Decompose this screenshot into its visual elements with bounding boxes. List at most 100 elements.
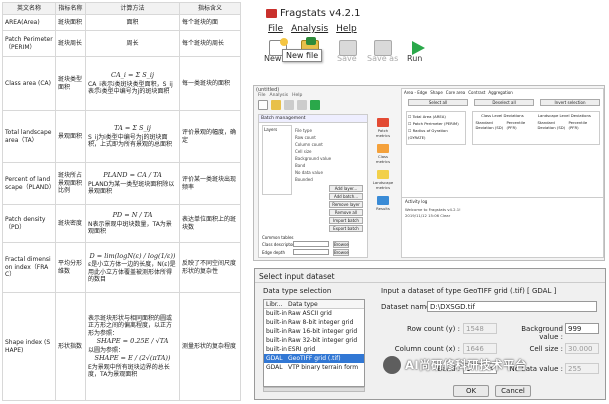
tooltip: New file <box>282 49 323 62</box>
dataset-name-input[interactable]: D:\DXSGD.tif <box>427 301 597 312</box>
item-library: GDAL <box>266 364 283 371</box>
ok-button[interactable]: OK <box>453 385 489 397</box>
list-item-selected[interactable]: GDAL GeoTIFF grid (.tif) <box>264 354 364 363</box>
item-library: built-in <box>266 337 287 344</box>
metrics-analysis-panel: Area - Edge Shape Core area Contrast Agg… <box>401 88 604 258</box>
table-row: Fractal dimension index（FRAC） 平均分形维数 D =… <box>2 242 241 293</box>
list-item[interactable]: built-in Raw ASCII grid <box>264 309 364 318</box>
deselect-all-button[interactable]: Deselect all <box>474 99 534 106</box>
field-label: Column count <box>295 142 323 147</box>
browse-button[interactable]: Browse <box>333 241 349 248</box>
data-type-list[interactable]: Libr... Data type built-in Raw ASCII grid… <box>263 299 365 387</box>
item-library: built-in <box>266 346 287 353</box>
row-method: N表示景观中斑块数量，TA为景观面积 <box>88 220 172 236</box>
background-value-input[interactable]: 999 <box>565 323 599 334</box>
list-item[interactable]: GDAL VTP binary terrain form <box>264 363 364 372</box>
row-method: PLAND为某一类型斑块面积除以景观面积 <box>88 180 175 196</box>
select-all-button[interactable]: Select all <box>408 99 468 106</box>
field-label: Bounded <box>295 177 313 182</box>
horizontal-scrollbar[interactable] <box>263 387 365 392</box>
list-header: Libr... Data type <box>264 300 364 309</box>
table-row: Patch Perimeter（PERIM） 斑块周长 周长 每个斑块的周长 <box>2 30 241 57</box>
row-method-cell: CA_i = Σ S_ij CA_i表示i类斑块类型面积，S_ij表示i类型中编… <box>85 56 180 111</box>
class-metrics-button[interactable]: Class metrics <box>372 144 394 164</box>
results-button[interactable]: Results <box>372 196 394 211</box>
metric-tabs: Area - Edge Shape Core area Contrast Agg… <box>404 90 513 95</box>
row-name: 景观面积 <box>55 110 86 163</box>
tab-shape[interactable]: Shape <box>430 90 443 95</box>
activity-log-title: Activity log <box>405 199 428 204</box>
export-batch-button[interactable]: Export batch <box>329 225 363 232</box>
library-col-header[interactable]: Libr... <box>264 300 288 308</box>
add-batch-button[interactable]: Add batch... <box>329 193 363 200</box>
cell-size-field: 30.000 <box>565 343 599 354</box>
tab-core-area[interactable]: Core area <box>446 90 465 95</box>
open-folder-icon[interactable] <box>271 100 281 110</box>
menu-analysis[interactable]: Analysis <box>291 24 328 34</box>
row-meaning: 测量形状的复杂程度 <box>179 292 241 401</box>
fragstats-workspace-window: (untitled) File Analysis Help Batch mana… <box>253 85 605 261</box>
menu-bar: File Analysis Help <box>268 24 357 34</box>
add-layer-button[interactable]: Add layer... <box>329 185 363 192</box>
metric-gyrate-checkbox[interactable]: ☐ Radius of Gyration (GYRATE) <box>408 127 464 141</box>
list-item[interactable]: built-in Raw 8-bit integer grid <box>264 318 364 327</box>
batch-management-panel: Batch management Layers File type Row co… <box>258 114 368 258</box>
menu-help[interactable]: Help <box>336 24 357 34</box>
menu-help[interactable]: Help <box>292 93 302 98</box>
row-method-cell: D = lim(logN(ε) / log(1/ε)) ε是小立方体一边的长度，… <box>85 242 180 293</box>
col-header-method: 计算方法 <box>85 2 180 15</box>
run-label: Run <box>407 54 423 63</box>
window-title: Fragstats v4.2.1 <box>266 8 361 19</box>
class-deviation-header: Class Level Deviations <box>481 113 524 118</box>
item-type: Raw 16-bit integer grid <box>288 328 358 335</box>
menu-file[interactable]: File <box>268 24 283 34</box>
class-metrics-icon <box>377 144 389 153</box>
distribution-statistics: Class Level Deviations Landscape Level D… <box>472 111 600 145</box>
stat-column: Standard Deviation (SD) <box>475 120 504 130</box>
layer-properties: File type Row count Column count Cell si… <box>295 127 331 183</box>
save-icon[interactable] <box>284 100 294 110</box>
cancel-button[interactable]: Cancel <box>495 385 531 397</box>
row-name: 斑块类型面积 <box>55 56 86 111</box>
type-col-header[interactable]: Data type <box>288 300 364 308</box>
item-library: built-in <box>266 328 287 335</box>
row-meaning: 表达单位面积上的斑块数 <box>179 204 241 243</box>
landscape-metrics-button[interactable]: Landscape metrics <box>372 170 394 190</box>
list-item[interactable]: built-in Raw 16-bit integer grid <box>264 327 364 336</box>
select-input-dataset-dialog: Select input dataset Data type selection… <box>254 268 606 400</box>
row-name: 形状指数 <box>55 292 86 401</box>
formula: CA_i = Σ S_ij <box>110 71 155 80</box>
remove-layer-button[interactable]: Remove layer <box>329 201 363 208</box>
metric-label: Radius of Gyration (GYRATE) <box>408 128 448 140</box>
row-name: 斑块密度 <box>55 204 86 243</box>
save-as-icon[interactable] <box>297 100 307 110</box>
table-row: Class area (CA) 斑块类型面积 CA_i = Σ S_ij CA_… <box>2 56 241 111</box>
item-library: GDAL <box>266 355 283 362</box>
tab-area-edge[interactable]: Area - Edge <box>404 90 427 95</box>
item-type: Raw 32-bit integer grid <box>288 337 358 344</box>
metric-area-checkbox[interactable]: ☐ Total Area (AREA) <box>408 113 464 120</box>
menu-analysis[interactable]: Analysis <box>270 93 289 98</box>
row-method: 以圆为参照： <box>88 346 125 354</box>
tab-aggregation[interactable]: Aggregation <box>488 90 512 95</box>
invert-selection-button[interactable]: Invert selection <box>540 99 600 106</box>
stat-column: Percentile (PFR) <box>568 120 588 130</box>
browse-button[interactable]: Browse <box>333 249 349 256</box>
item-type: Raw ASCII grid <box>288 310 332 317</box>
run-icon[interactable] <box>310 100 320 110</box>
edge-depth-field[interactable] <box>293 249 329 255</box>
new-icon[interactable] <box>258 100 268 110</box>
patch-metrics-button[interactable]: Patch metrics <box>372 118 394 138</box>
tab-contrast[interactable]: Contrast <box>468 90 485 95</box>
remove-all-button[interactable]: Remove all <box>329 209 363 216</box>
metric-perim-checkbox[interactable]: ☐ Patch Perimeter (PERIM) <box>408 120 464 127</box>
row-english: Patch Perimeter（PERIM） <box>2 30 56 57</box>
table-row: Total landscape area（TA） 景观面积 TA = Σ S_i… <box>2 110 241 163</box>
input-layers-list[interactable]: Layers <box>262 125 292 195</box>
list-item[interactable]: built-in ESRI grid <box>264 345 364 354</box>
class-descriptors-field[interactable] <box>293 241 329 247</box>
list-item[interactable]: built-in Raw 32-bit integer grid <box>264 336 364 345</box>
import-batch-button[interactable]: Import batch <box>329 217 363 224</box>
menu-file[interactable]: File <box>258 93 266 98</box>
row-method-cell: TA = Σ S_ij S_ij为i类型中编号为j的斑块面积，上式即为所有景观的… <box>85 110 180 163</box>
